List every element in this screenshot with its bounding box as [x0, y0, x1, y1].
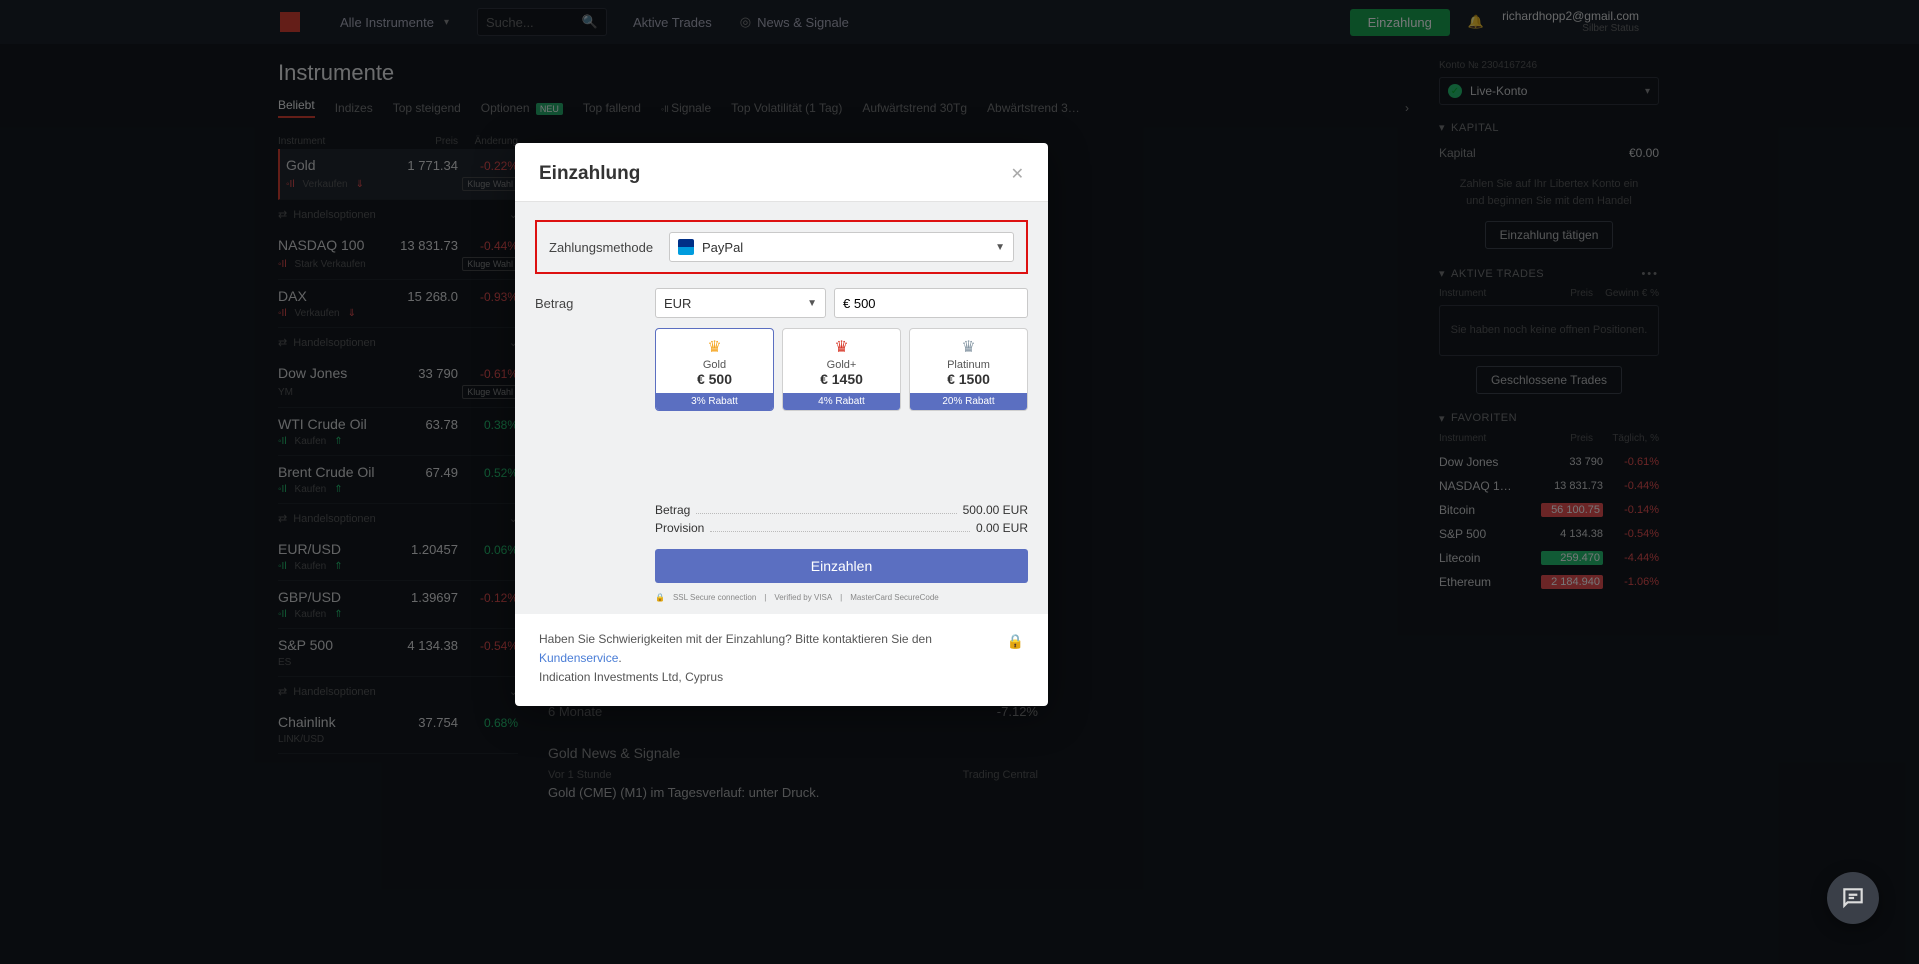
crown-icon: ♛	[787, 337, 896, 357]
amount-label: Betrag	[535, 296, 655, 311]
chevron-down-icon: ▼	[807, 298, 817, 309]
tier-gold[interactable]: ♛Gold€ 5003% Rabatt	[655, 328, 774, 411]
tier-gold-plus[interactable]: ♛Gold+€ 14504% Rabatt	[782, 328, 901, 411]
tier-options: ♛Gold€ 5003% Rabatt♛Gold+€ 14504% Rabatt…	[655, 328, 1028, 411]
currency-select[interactable]: EUR▼	[655, 288, 826, 318]
payment-method-label: Zahlungsmethode	[549, 240, 669, 255]
modal-header: Einzahlung ✕	[515, 143, 1048, 202]
close-icon[interactable]: ✕	[1011, 164, 1024, 184]
chevron-down-icon: ▼	[995, 242, 1005, 253]
company-info: Indication Investments Ltd, Cyprus	[539, 668, 1007, 687]
chat-button[interactable]	[1827, 872, 1879, 924]
crown-icon: ♛	[660, 337, 769, 357]
pay-button[interactable]: Einzahlen	[655, 549, 1028, 583]
summary: Betrag500.00 EUR Provision0.00 EUR	[655, 501, 1028, 537]
lock-icon: 🔒	[655, 593, 665, 602]
crown-icon: ♛	[914, 337, 1023, 357]
secure-badges: 🔒 SSL Secure connection| Verified by VIS…	[655, 593, 1028, 602]
paypal-icon	[678, 239, 694, 255]
modal-footer: Haben Sie Schwierigkeiten mit der Einzah…	[515, 614, 1048, 706]
lock-icon: 🔒	[1007, 630, 1024, 652]
customer-service-link[interactable]: Kundenservice	[539, 651, 618, 665]
modal-title: Einzahlung	[539, 163, 640, 185]
deposit-modal: Einzahlung ✕ Zahlungsmethode PayPal ▼ Be…	[515, 143, 1048, 706]
tier-platinum[interactable]: ♛Platinum€ 150020% Rabatt	[909, 328, 1028, 411]
chat-icon	[1840, 885, 1866, 911]
payment-method-select[interactable]: PayPal ▼	[669, 232, 1014, 262]
payment-method-highlight: Zahlungsmethode PayPal ▼	[535, 220, 1028, 274]
amount-input[interactable]	[834, 288, 1028, 318]
